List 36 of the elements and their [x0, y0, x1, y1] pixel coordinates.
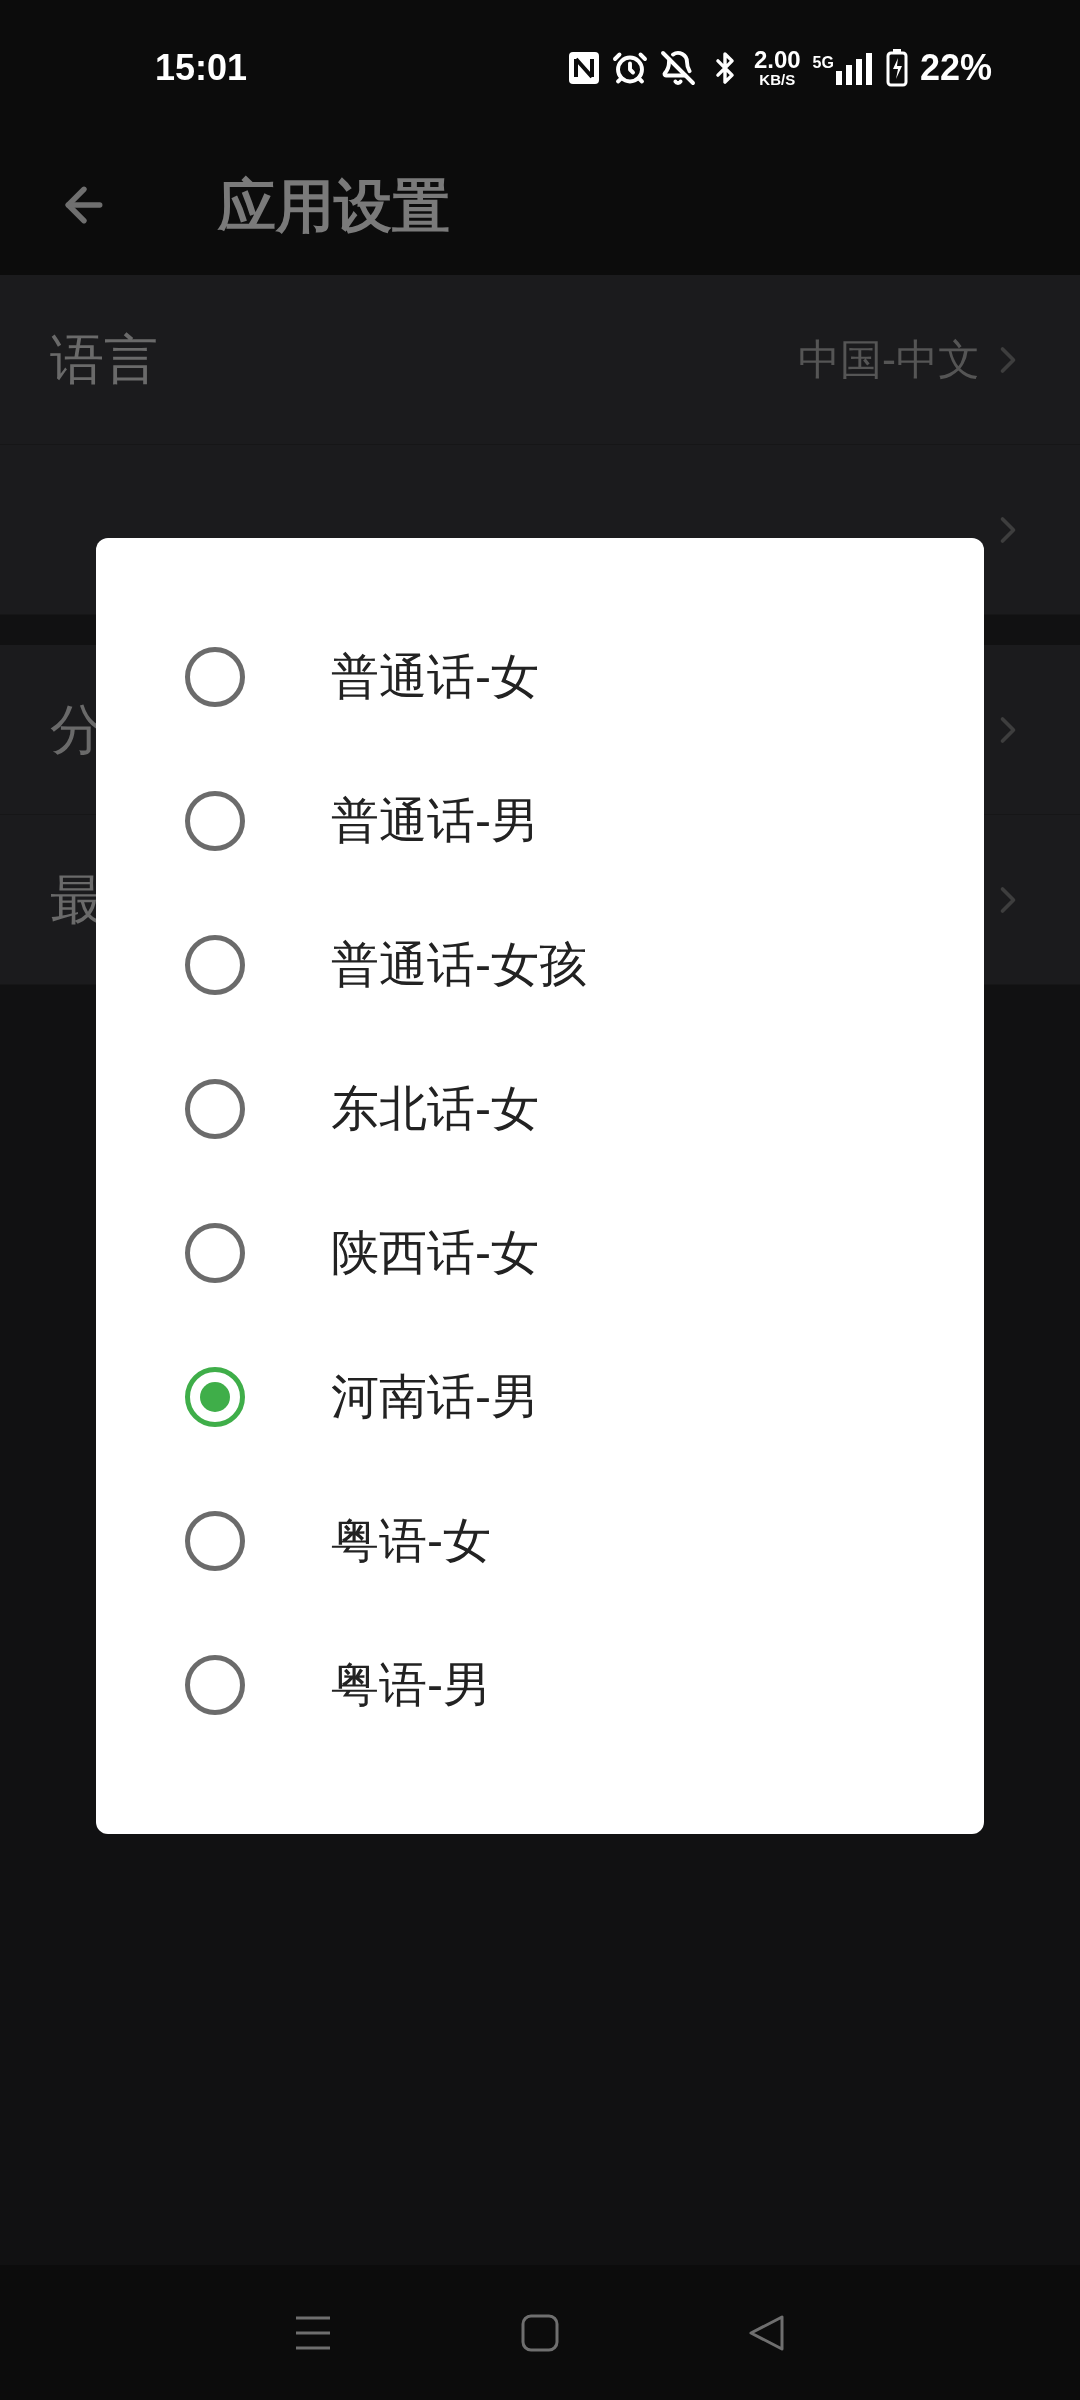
radio-button[interactable] — [185, 791, 245, 851]
voice-option[interactable]: 陕西话-女 — [96, 1181, 984, 1325]
option-label: 河南话-男 — [331, 1369, 539, 1425]
home-icon[interactable] — [521, 2313, 559, 2352]
radio-button[interactable] — [185, 1367, 245, 1427]
radio-button[interactable] — [185, 1511, 245, 1571]
network-type: 5G — [812, 52, 834, 73]
signal-icon — [833, 50, 874, 85]
voice-option[interactable]: 粤语-女 — [96, 1469, 984, 1613]
muted-bell-icon — [659, 49, 696, 86]
option-label: 普通话-男 — [331, 793, 539, 849]
option-label: 东北话-女 — [331, 1081, 539, 1137]
voice-option[interactable]: 河南话-男 — [96, 1325, 984, 1469]
radio-button[interactable] — [185, 647, 245, 707]
radio-button[interactable] — [185, 935, 245, 995]
voice-option[interactable]: 粤语-男 — [96, 1613, 984, 1757]
battery-icon — [885, 48, 908, 87]
voice-option[interactable]: 东北话-女 — [96, 1037, 984, 1181]
option-label: 粤语-男 — [331, 1657, 491, 1713]
network-speed: 2.00 — [753, 48, 801, 72]
page-title: 应用设置 — [218, 171, 450, 240]
setting-label: 语言 — [50, 328, 158, 391]
status-time: 15:01 — [155, 45, 248, 90]
radio-button[interactable] — [185, 1655, 245, 1715]
alarm-icon — [611, 49, 648, 86]
option-label: 普通话-女 — [331, 649, 539, 705]
option-label: 粤语-女 — [331, 1513, 491, 1569]
battery-percent: 22% — [919, 45, 992, 90]
speed-unit: KB/S — [759, 72, 796, 87]
option-label: 陕西话-女 — [331, 1225, 539, 1281]
setting-value: 中国-中文 — [798, 335, 980, 385]
nfc-icon — [567, 50, 600, 85]
radio-button[interactable] — [185, 1223, 245, 1283]
back-icon[interactable] — [747, 2313, 786, 2352]
option-label: 普通话-女孩 — [331, 937, 587, 993]
radio-button[interactable] — [185, 1079, 245, 1139]
